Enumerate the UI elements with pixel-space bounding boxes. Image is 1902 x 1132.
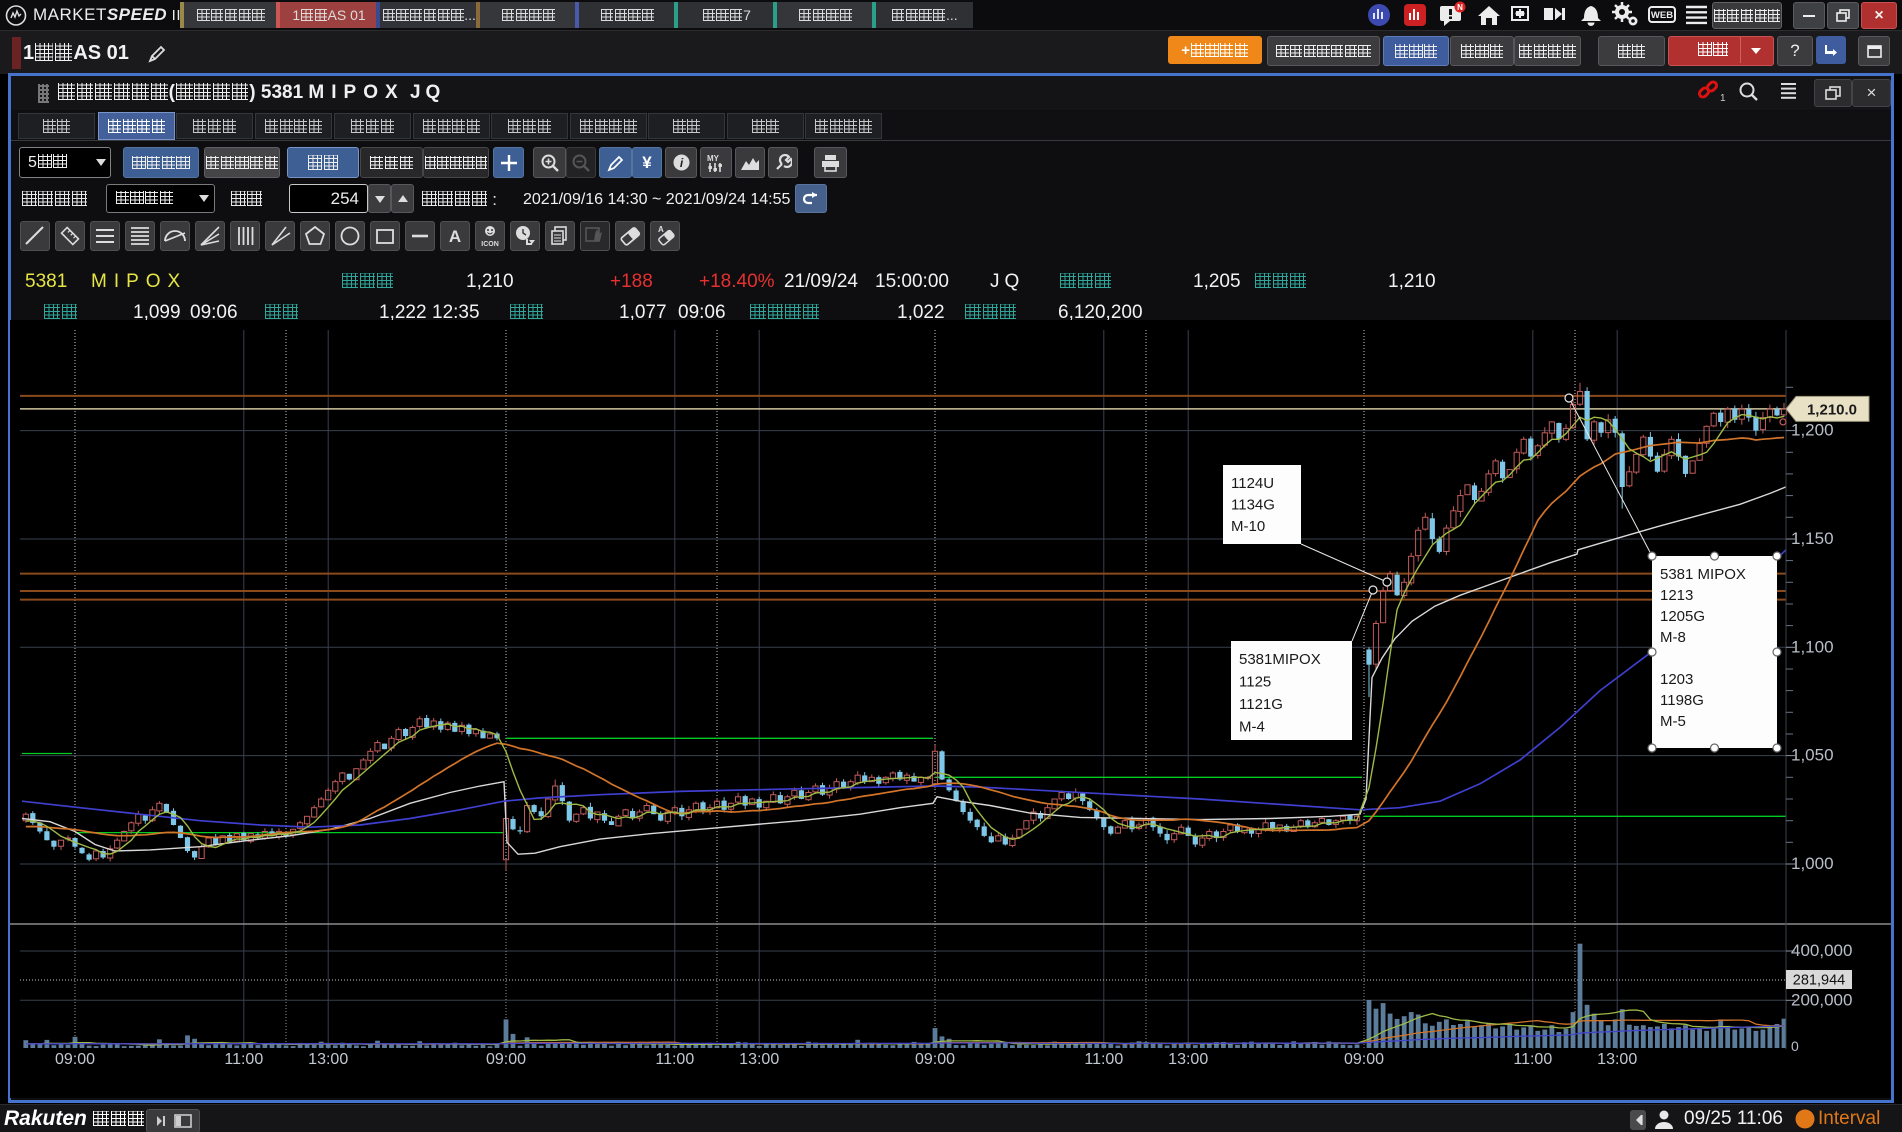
svg-text:11:00: 11:00 xyxy=(655,1051,694,1068)
svg-text:13:00: 13:00 xyxy=(308,1051,348,1068)
svg-text:ICON: ICON xyxy=(481,241,499,248)
svg-text:M-10: M-10 xyxy=(1231,518,1265,535)
svg-text:1,200: 1,200 xyxy=(1791,421,1834,440)
svg-text:09:00: 09:00 xyxy=(55,1051,95,1068)
svg-text:MY: MY xyxy=(707,154,720,163)
svg-text:1134G: 1134G xyxy=(1231,497,1275,514)
svg-text:281,944: 281,944 xyxy=(1793,973,1845,989)
svg-text:1213: 1213 xyxy=(1660,587,1693,604)
svg-text:13:00: 13:00 xyxy=(739,1051,779,1068)
svg-text:1: 1 xyxy=(1720,93,1726,104)
svg-text:M-5: M-5 xyxy=(1660,713,1686,730)
svg-text:09:00: 09:00 xyxy=(486,1051,526,1068)
svg-text:11:00: 11:00 xyxy=(1513,1051,1552,1068)
svg-text:1124U: 1124U xyxy=(1231,475,1274,492)
svg-text:09:00: 09:00 xyxy=(1344,1051,1384,1068)
svg-text:0: 0 xyxy=(1791,1038,1799,1054)
svg-text:N: N xyxy=(1457,3,1463,12)
svg-text:A: A xyxy=(449,227,461,246)
svg-text:1121G: 1121G xyxy=(1239,696,1283,713)
svg-text:1,150: 1,150 xyxy=(1791,529,1834,548)
svg-text:400,000: 400,000 xyxy=(1791,941,1852,960)
svg-text:A: A xyxy=(658,225,664,234)
svg-text:09:00: 09:00 xyxy=(915,1051,955,1068)
svg-text:1125: 1125 xyxy=(1239,674,1271,691)
svg-text:11:00: 11:00 xyxy=(224,1051,263,1068)
svg-text:1205G: 1205G xyxy=(1660,608,1705,625)
svg-text:1198G: 1198G xyxy=(1660,692,1704,709)
svg-text:1,000: 1,000 xyxy=(1791,854,1834,873)
svg-text:M-8: M-8 xyxy=(1660,629,1686,646)
svg-text:1,050: 1,050 xyxy=(1791,746,1834,765)
svg-text:13:00: 13:00 xyxy=(1168,1051,1208,1068)
svg-text:200,000: 200,000 xyxy=(1791,990,1852,1009)
svg-text:WEB: WEB xyxy=(1651,10,1673,21)
svg-text:1203: 1203 xyxy=(1660,671,1693,688)
svg-text:1,210.0: 1,210.0 xyxy=(1807,401,1857,418)
svg-text:5381 MIPOX: 5381 MIPOX xyxy=(1660,566,1746,583)
svg-text:11:00: 11:00 xyxy=(1084,1051,1123,1068)
svg-text:13:00: 13:00 xyxy=(1597,1051,1637,1068)
svg-text:1,100: 1,100 xyxy=(1791,637,1834,656)
svg-text:5381MIPOX: 5381MIPOX xyxy=(1239,651,1321,668)
svg-text:M-4: M-4 xyxy=(1239,719,1265,736)
